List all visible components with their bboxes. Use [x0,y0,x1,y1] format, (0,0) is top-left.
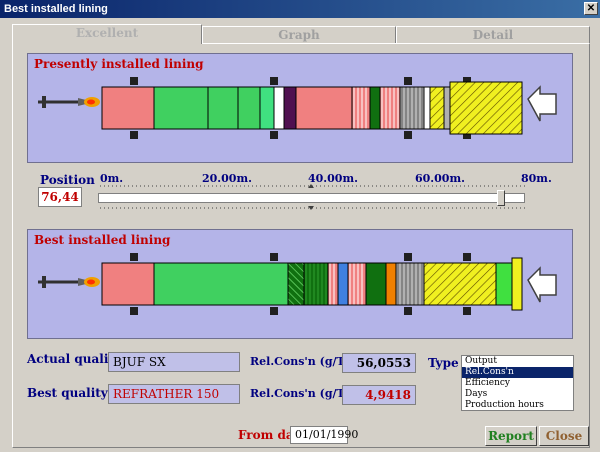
present-lining-panel: Presently installed lining [27,53,573,163]
tab-excellent[interactable]: Excellent [12,24,202,44]
outlet-arrow-icon [527,85,557,122]
type-option-efficiency[interactable]: Efficiency [462,378,573,389]
position-slider-thumb[interactable] [497,190,505,206]
seg-pink [101,86,155,130]
best-lining-diagram [38,253,557,315]
outlet-arrow-icon [527,266,557,303]
type-option-days[interactable]: Days [462,389,573,400]
type-option-relcons[interactable]: Rel.Cons'n [462,367,573,378]
report-button[interactable]: Report [485,426,537,446]
close-icon[interactable]: ✕ [584,2,598,15]
actual-quality-label: Actual quality [27,352,121,366]
burner-icon [38,276,100,288]
tab-detail[interactable]: Detail [396,26,590,43]
position-slider-track[interactable] [98,193,525,203]
best-quality-label: Best quality [27,386,108,400]
best-quality-field[interactable]: REFRATHER 150 [108,384,240,404]
tab-graph[interactable]: Graph [202,26,396,43]
title-bar: Best installed lining ✕ [0,0,600,18]
relcons-value-1[interactable]: 56,0553 [342,353,416,373]
present-lining-diagram [38,77,557,139]
best-lining-panel: Best installed lining [27,229,573,339]
type-label: Type [428,356,459,370]
type-option-output[interactable]: Output [462,356,573,367]
close-button[interactable]: Close [539,426,589,446]
burner-icon [38,96,100,108]
tab-bar: Excellent Graph Detail [12,24,590,44]
position-label: Position [40,173,95,187]
from-date-input[interactable]: 01/01/1990 [290,426,358,444]
position-value[interactable]: 76,44 [38,187,82,207]
relcons-value-2[interactable]: 4,9418 [342,385,416,405]
window-title: Best installed lining [4,3,108,15]
type-listbox[interactable]: Output Rel.Cons'n Efficiency Days Produc… [461,355,574,411]
type-option-production-hours[interactable]: Production hours [462,400,573,410]
actual-quality-field[interactable]: BJUF SX [108,352,240,372]
